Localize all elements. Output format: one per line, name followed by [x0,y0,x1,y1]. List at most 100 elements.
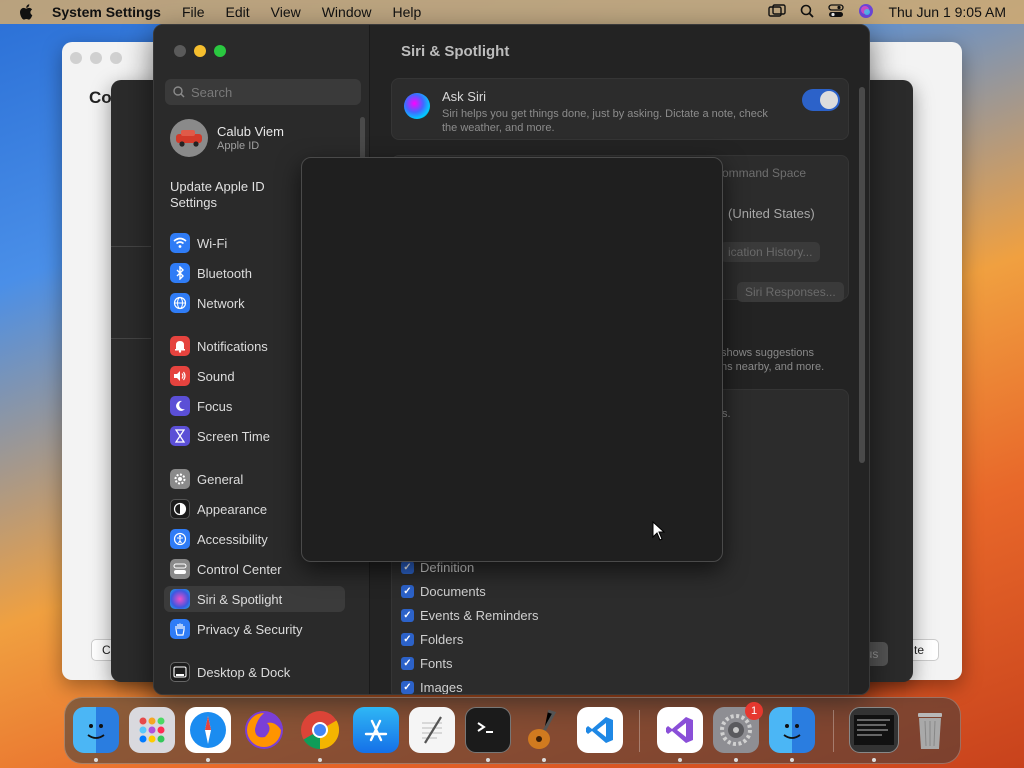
app-store-icon[interactable] [353,707,399,753]
running-indicator [542,758,546,762]
menubar-clock[interactable]: Thu Jun 1 9:05 AM [888,4,1006,20]
chrome-icon[interactable] [297,707,343,753]
spotlight-search-icon[interactable] [800,4,815,21]
notification-badge: 1 [745,702,763,720]
checkbox-checked[interactable]: ✓ [401,585,414,598]
toggle-knob [820,91,838,109]
category-folders[interactable]: ✓ Folders [401,632,463,647]
menu-bar: System Settings File Edit View Window He… [0,0,1024,24]
firefox-icon[interactable] [241,707,287,753]
account-subtitle: Apple ID [217,140,260,152]
bg-minimize-button[interactable] [90,52,102,64]
category-fonts[interactable]: ✓ Fonts [401,656,453,671]
sidebar-item-label: Network [197,295,245,311]
moon-icon [170,396,190,416]
textedit-icon[interactable] [409,707,455,753]
launchpad-icon[interactable] [129,707,175,753]
sidebar-item-desktop-dock[interactable]: Desktop & Dock [164,659,345,685]
checkbox-checked[interactable]: ✓ [401,633,414,646]
ask-siri-toggle[interactable] [802,89,840,111]
checkbox-checked[interactable]: ✓ [401,657,414,670]
content-scrollbar[interactable] [859,87,865,463]
sidebar-item-label: Control Center [197,561,282,577]
category-images[interactable]: ✓ Images [401,680,463,695]
accessibility-icon [170,529,190,549]
trash-icon[interactable] [907,707,953,753]
control-center-menubar-icon[interactable] [828,3,845,21]
bluetooth-icon [170,263,190,283]
sidebar-item-label: Privacy & Security [197,621,303,637]
apple-id-account[interactable]: Calub Viem Apple ID [170,119,284,157]
screen-mirroring-icon[interactable] [768,3,787,21]
category-documents[interactable]: ✓ Documents [401,584,486,599]
avatar [170,119,208,157]
terminal-icon[interactable] [465,707,511,753]
language-value[interactable]: (United States) [728,206,815,221]
menu-help[interactable]: Help [393,4,422,20]
screen-capture-icon[interactable] [849,707,899,753]
speaker-icon [170,366,190,386]
menu-edit[interactable]: Edit [226,4,250,20]
app-name-menu[interactable]: System Settings [52,4,161,20]
dock-separator [833,710,834,752]
apple-menu-icon[interactable] [0,4,52,20]
hourglass-icon [170,426,190,446]
running-indicator [206,758,210,762]
checkbox-checked[interactable]: ✓ [401,681,414,694]
modal-sheet[interactable] [301,157,723,562]
sidebar-item-privacy-security[interactable]: Privacy & Security [164,616,345,642]
suggestions-text-1: shows suggestions [721,347,814,359]
running-indicator [318,758,322,762]
sidebar-item-label: Screen Time [197,428,270,444]
checkbox-checked[interactable]: ✓ [401,609,414,622]
sidebar-item-label: Siri & Spotlight [197,591,283,607]
siri-menubar-icon[interactable] [858,3,874,22]
minimize-button[interactable] [194,45,206,57]
siri-icon [170,589,190,609]
category-label: Definition [420,560,475,575]
menu-window[interactable]: Window [322,4,372,20]
gear-icon [170,469,190,489]
control-center-icon [170,559,190,579]
account-name: Calub Viem [217,124,284,139]
keyboard-shortcut-value[interactable]: ommand Space [722,166,806,180]
vscode-icon[interactable] [577,707,623,753]
menu-file[interactable]: File [182,4,205,20]
running-indicator [790,758,794,762]
ask-siri-description: Siri helps you get things done, just by … [442,108,768,134]
finder-alt-icon[interactable] [769,707,815,753]
category-events-reminders[interactable]: ✓ Events & Reminders [401,608,539,623]
running-indicator [678,758,682,762]
ask-siri-title: Ask Siri [442,89,487,104]
category-definition[interactable]: ✓ Definition [401,560,474,575]
finder-icon[interactable] [73,707,119,753]
sidebar-item-label: Accessibility [197,531,268,547]
siri-orb-icon [404,93,430,119]
dock-icon [170,662,190,682]
bell-icon [170,336,190,356]
globe-icon [170,293,190,313]
sidebar-item-label: Wi-Fi [197,235,228,251]
sidebar-item-label: Focus [197,398,233,414]
menu-view[interactable]: View [271,4,301,20]
garageband-icon[interactable] [521,707,567,753]
bg-close-button[interactable] [70,52,82,64]
sidebar-item-label: Notifications [197,338,268,354]
siri-history-button[interactable]: ication History... [720,242,821,262]
category-label: Images [420,680,463,695]
bg-window-title: Co [89,88,112,107]
siri-responses-button[interactable]: Siri Responses... [737,282,844,302]
category-label: Fonts [420,656,453,671]
close-button[interactable] [174,45,186,57]
bg-zoom-button[interactable] [110,52,122,64]
zoom-button[interactable] [214,45,226,57]
checkbox-checked[interactable]: ✓ [401,561,414,574]
running-indicator [734,758,738,762]
update-apple-id-notice[interactable]: Update Apple ID Settings [170,179,310,211]
sidebar-item-siri-spotlight[interactable]: Siri & Spotlight [164,586,345,612]
running-indicator [94,758,98,762]
visual-studio-icon[interactable] [657,707,703,753]
sidebar-item-label: Appearance [197,501,268,517]
search-field[interactable]: Search [165,79,361,105]
safari-icon[interactable] [185,707,231,753]
